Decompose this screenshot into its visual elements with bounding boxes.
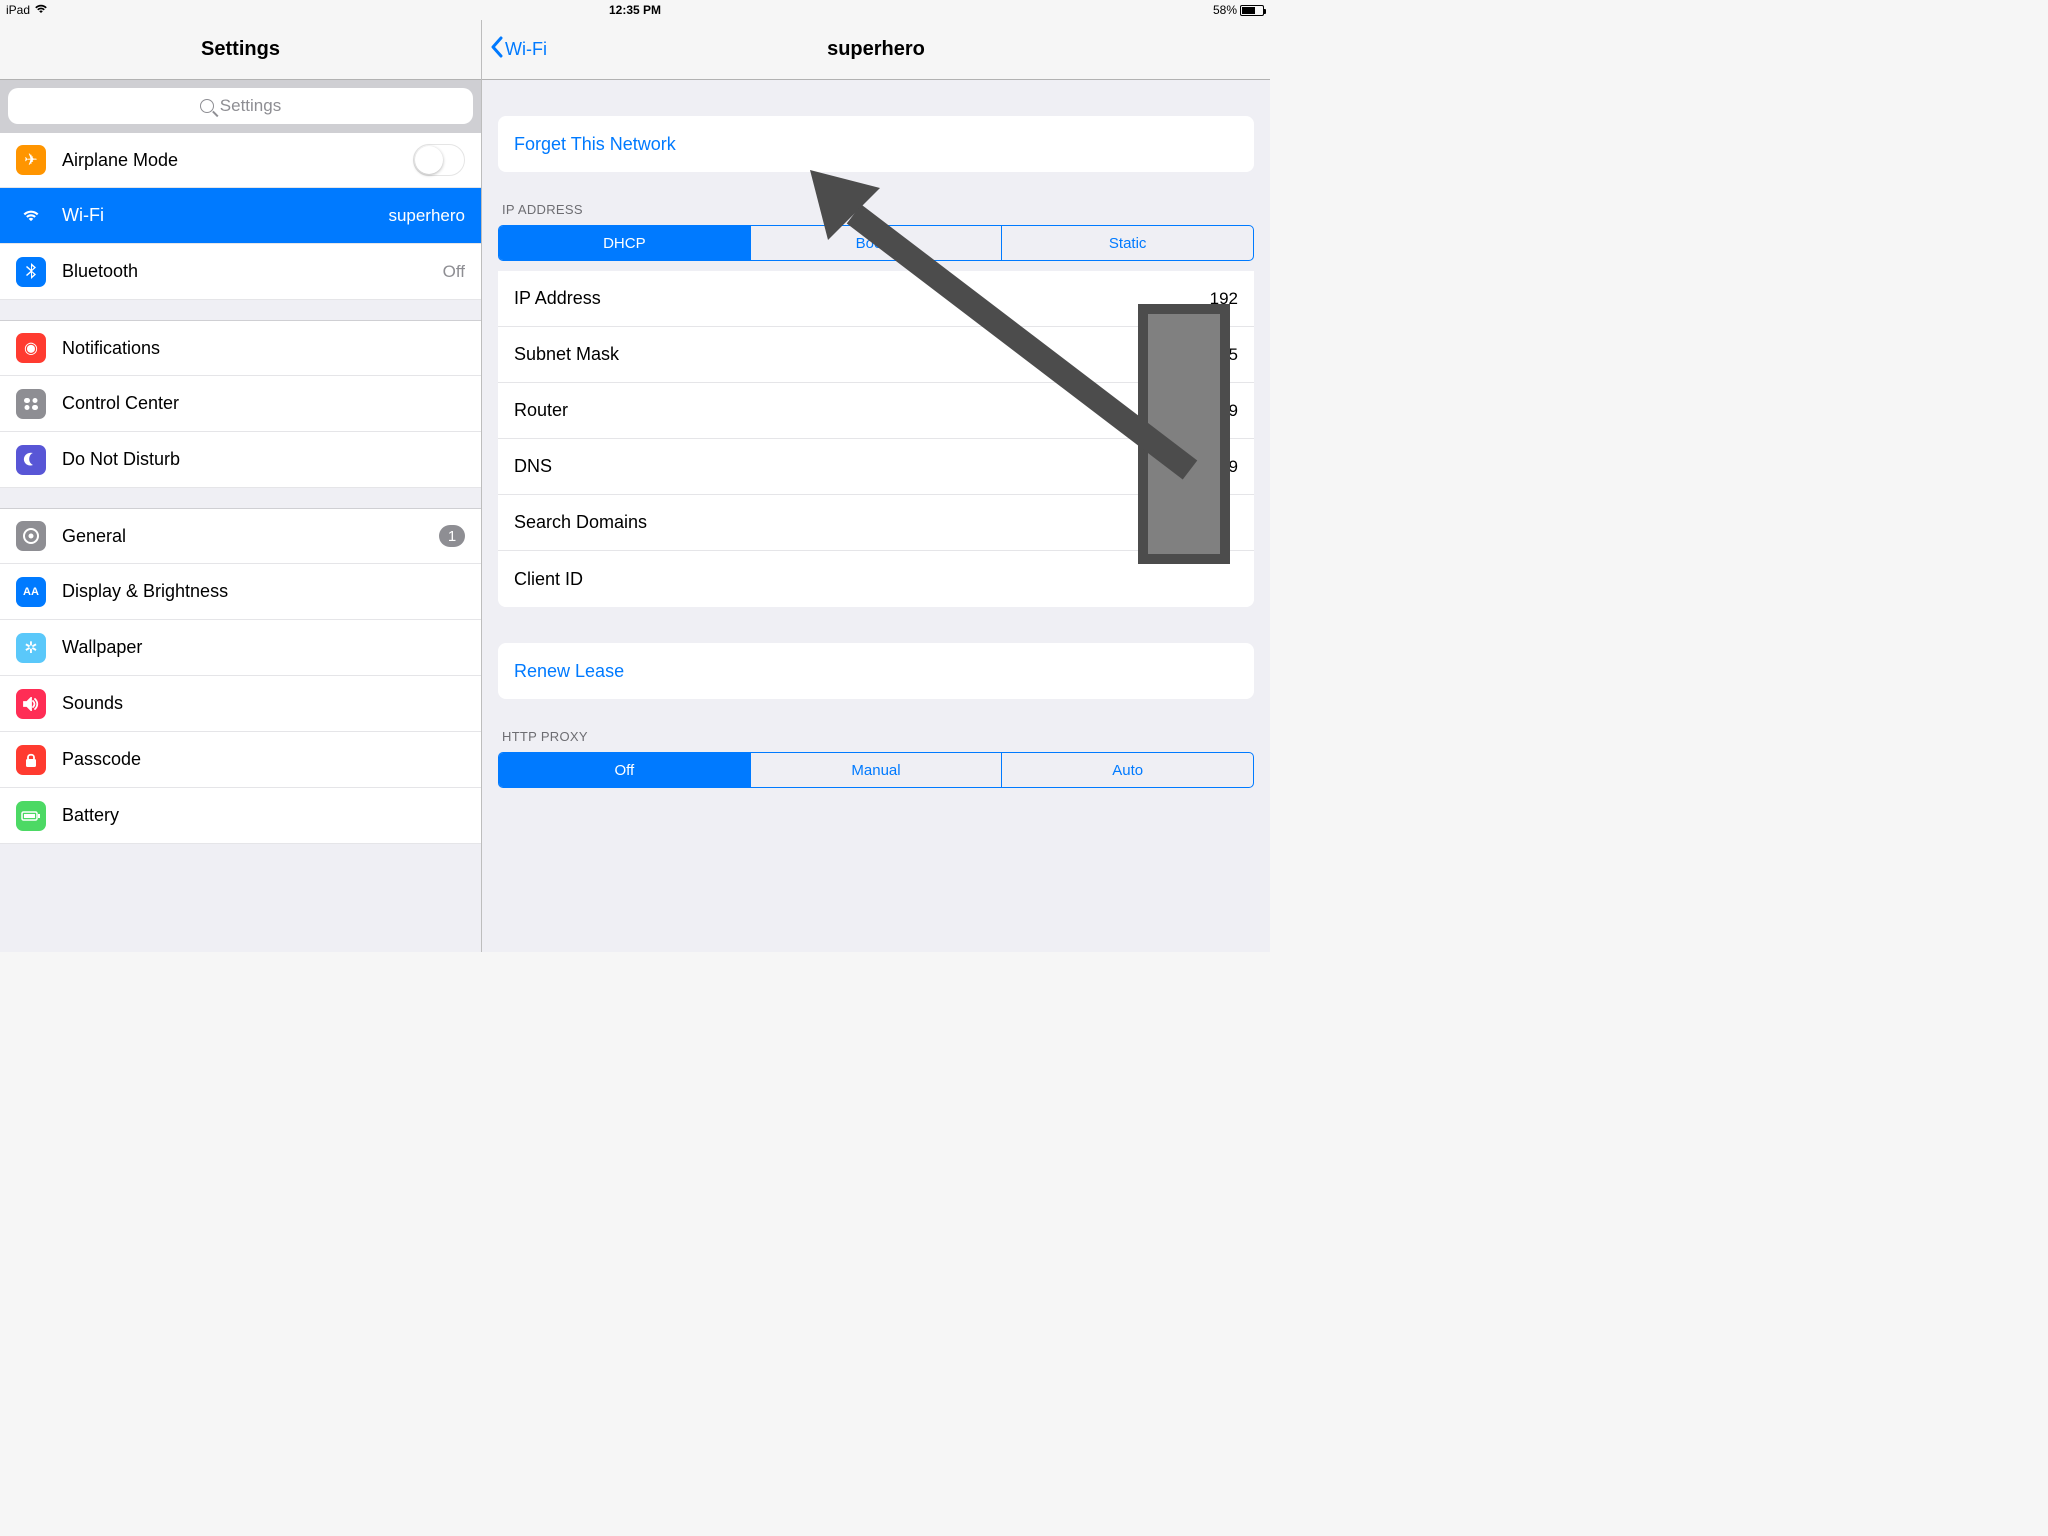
back-button[interactable]: Wi-Fi bbox=[490, 36, 547, 63]
airplane-icon: ✈ bbox=[16, 145, 46, 175]
notifications-icon: ◉ bbox=[16, 333, 46, 363]
sidebar-item-control-center[interactable]: Control Center bbox=[0, 376, 481, 432]
sounds-label: Sounds bbox=[62, 693, 465, 714]
settings-sidebar: Settings Settings ✈ Airplane Mode Wi-Fi … bbox=[0, 20, 482, 952]
gear-icon bbox=[16, 521, 46, 551]
passcode-label: Passcode bbox=[62, 749, 465, 770]
battery-setting-icon bbox=[16, 801, 46, 831]
wallpaper-icon: ✲ bbox=[16, 633, 46, 663]
dnd-label: Do Not Disturb bbox=[62, 449, 465, 470]
wifi-label: Wi-Fi bbox=[62, 205, 388, 226]
airplane-label: Airplane Mode bbox=[62, 150, 413, 171]
wifi-icon bbox=[16, 201, 46, 231]
control-center-label: Control Center bbox=[62, 393, 465, 414]
battery-label: Battery bbox=[62, 805, 465, 826]
sidebar-item-dnd[interactable]: Do Not Disturb bbox=[0, 432, 481, 488]
sidebar-item-general[interactable]: General 1 bbox=[0, 508, 481, 564]
proxy-mode-segment[interactable]: Off Manual Auto bbox=[498, 752, 1254, 788]
renew-lease-button[interactable]: Renew Lease bbox=[498, 643, 1254, 699]
renew-label: Renew Lease bbox=[514, 661, 624, 682]
moon-icon bbox=[16, 445, 46, 475]
lock-icon bbox=[16, 745, 46, 775]
control-center-icon bbox=[16, 389, 46, 419]
sidebar-item-airplane[interactable]: ✈ Airplane Mode bbox=[0, 132, 481, 188]
sidebar-item-sounds[interactable]: Sounds bbox=[0, 676, 481, 732]
detail-title: superhero bbox=[827, 38, 925, 61]
airplane-toggle[interactable] bbox=[413, 144, 465, 176]
sidebar-item-notifications[interactable]: ◉ Notifications bbox=[0, 320, 481, 376]
bluetooth-label: Bluetooth bbox=[62, 261, 443, 282]
sidebar-item-passcode[interactable]: Passcode bbox=[0, 732, 481, 788]
forget-label: Forget This Network bbox=[514, 134, 676, 155]
search-placeholder: Settings bbox=[220, 96, 281, 116]
wallpaper-label: Wallpaper bbox=[62, 637, 465, 658]
back-label: Wi-Fi bbox=[505, 39, 547, 60]
sidebar-item-wallpaper[interactable]: ✲ Wallpaper bbox=[0, 620, 481, 676]
status-time: 12:35 PM bbox=[609, 3, 661, 17]
sidebar-item-battery[interactable]: Battery bbox=[0, 788, 481, 844]
status-bar: iPad 12:35 PM 58% bbox=[0, 0, 1270, 20]
search-container: Settings bbox=[0, 80, 481, 132]
search-icon bbox=[200, 99, 214, 113]
annotation-arrow-icon bbox=[810, 170, 1230, 595]
general-label: General bbox=[62, 526, 439, 547]
display-label: Display & Brightness bbox=[62, 581, 465, 602]
display-icon: AA bbox=[16, 577, 46, 607]
forget-card: Forget This Network bbox=[498, 116, 1254, 172]
wifi-status-icon bbox=[34, 3, 48, 17]
sidebar-item-bluetooth[interactable]: Bluetooth Off bbox=[0, 244, 481, 300]
proxy-section-header: HTTP PROXY bbox=[482, 729, 1270, 752]
search-input[interactable]: Settings bbox=[8, 88, 473, 124]
sidebar-title: Settings bbox=[201, 38, 280, 61]
forget-network-button[interactable]: Forget This Network bbox=[498, 116, 1254, 172]
general-badge: 1 bbox=[439, 525, 465, 547]
wifi-value: superhero bbox=[388, 206, 465, 226]
seg-proxy-off[interactable]: Off bbox=[499, 753, 751, 787]
notifications-label: Notifications bbox=[62, 338, 465, 359]
renew-card: Renew Lease bbox=[498, 643, 1254, 699]
sounds-icon bbox=[16, 689, 46, 719]
battery-icon bbox=[1240, 5, 1264, 16]
sidebar-item-display[interactable]: AA Display & Brightness bbox=[0, 564, 481, 620]
bluetooth-value: Off bbox=[443, 262, 465, 282]
seg-dhcp[interactable]: DHCP bbox=[499, 226, 751, 260]
chevron-left-icon bbox=[490, 36, 503, 63]
battery-percent: 58% bbox=[1213, 3, 1237, 17]
detail-nav: Wi-Fi superhero bbox=[482, 20, 1270, 80]
device-label: iPad bbox=[6, 3, 30, 17]
sidebar-nav: Settings bbox=[0, 20, 481, 80]
seg-proxy-manual[interactable]: Manual bbox=[751, 753, 1003, 787]
seg-proxy-auto[interactable]: Auto bbox=[1002, 753, 1253, 787]
sidebar-item-wifi[interactable]: Wi-Fi superhero bbox=[0, 188, 481, 244]
bluetooth-icon bbox=[16, 257, 46, 287]
